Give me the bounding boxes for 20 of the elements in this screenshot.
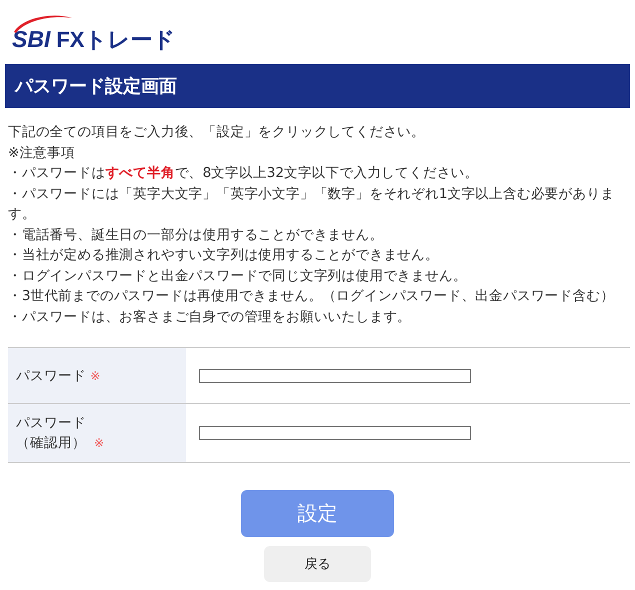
- required-mark: ※: [94, 436, 104, 450]
- note-text: ・パスワードはすべて半角で、8文字以上32文字以下で入力してください。: [8, 164, 480, 183]
- note-text: ・3世代前までのパスワードは再使用できません。（ログインパスワード、出金パスワード含む）: [8, 287, 616, 306]
- intro-text: 下記の全ての項目をご入力後、「設定」をクリックしてください。: [8, 123, 426, 142]
- field-label: パスワード: [16, 368, 87, 384]
- note-text: ・ログインパスワードと出金パスワードで同じ文字列は使用できません。: [8, 266, 468, 286]
- logo-product: FXトレード: [56, 26, 176, 54]
- page-title: パスワード設定画面: [15, 75, 177, 98]
- note-text: ・当社が定める推測されやすい文字列は使用することができません。: [8, 246, 440, 265]
- note-text: ・電話番号、誕生日の一部分は使用することができません。: [8, 226, 384, 244]
- field-sublabel: （確認用）: [16, 435, 86, 451]
- note-text: ・パスワードは、お客さまご自身での管理をお願いいたします。: [8, 308, 412, 326]
- notes-heading: ※注意事項: [8, 144, 76, 162]
- logo-brand: SBI: [12, 26, 50, 53]
- back-button[interactable]: 戻る: [264, 546, 371, 582]
- password-field[interactable]: [199, 426, 471, 440]
- password-field[interactable]: [199, 368, 471, 382]
- required-mark: ※: [90, 368, 100, 382]
- field-label: パスワード: [16, 415, 86, 431]
- note-text: ・パスワードには「英字大文字」「英字小文字」「数字」をそれぞれ1文字以上含む必要があります。: [8, 184, 616, 224]
